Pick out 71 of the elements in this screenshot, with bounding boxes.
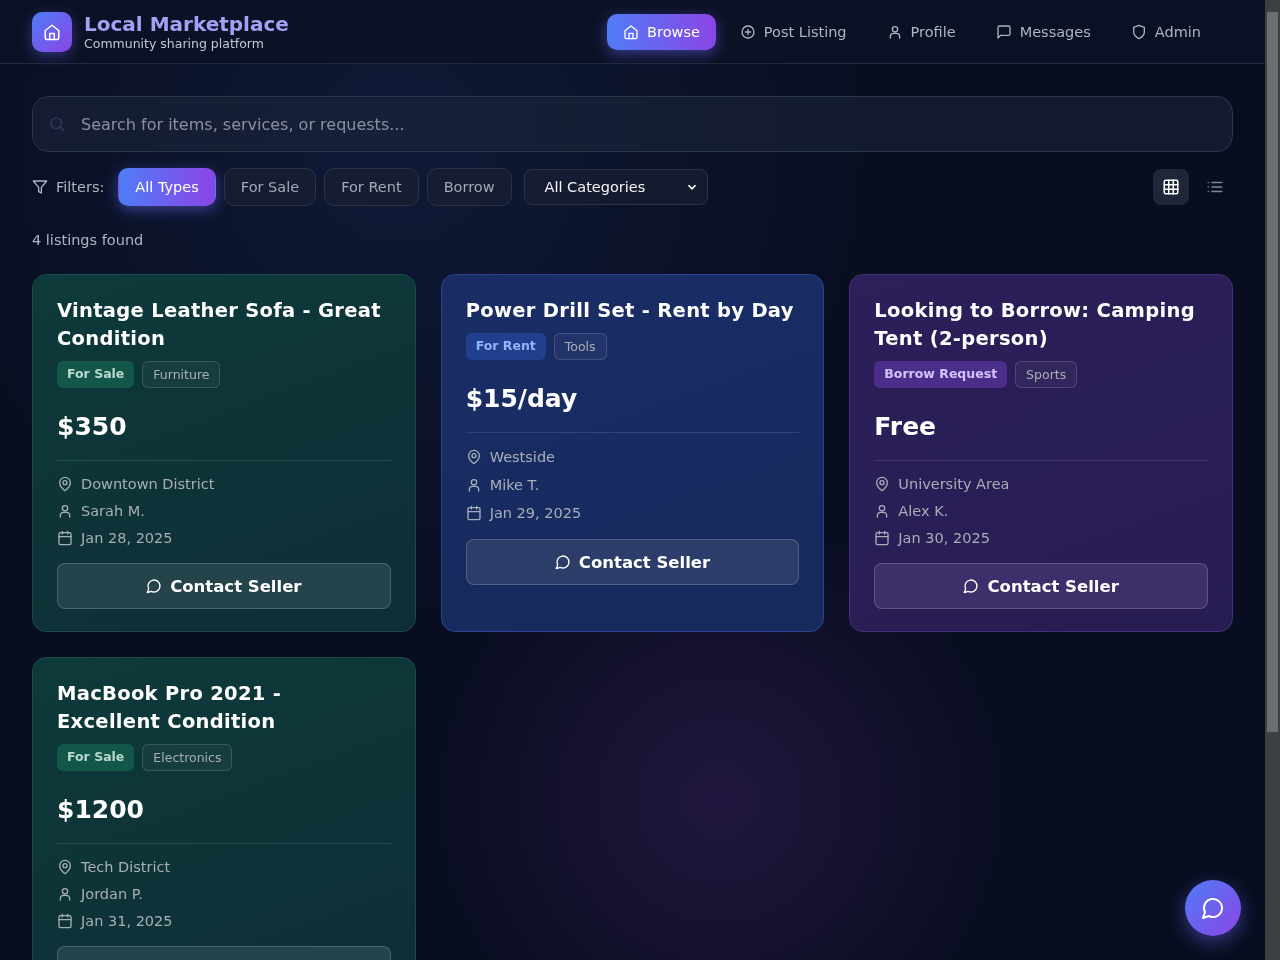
calendar-icon: [57, 529, 73, 546]
nav-tab[interactable]: Profile: [870, 13, 972, 50]
shield-icon: [1130, 23, 1147, 40]
seller-name: Sarah M.: [81, 503, 145, 519]
app-title: Local Marketplace: [84, 12, 289, 36]
filter-icon: [32, 179, 48, 195]
category-tag: Sports: [1015, 361, 1078, 388]
user-icon: [57, 503, 73, 519]
price: $15/day: [465, 384, 579, 414]
listing-type-tag: For Sale: [57, 361, 135, 388]
category-dropdown[interactable]: All Categories: [523, 169, 708, 205]
view-toggle[interactable]: [1153, 169, 1189, 205]
chat-bubble-icon: [146, 578, 163, 594]
home-icon: [43, 22, 61, 41]
chat-bubble-icon: [963, 578, 980, 594]
plus-circle-icon: [739, 23, 756, 40]
filter-chip[interactable]: Borrow: [426, 168, 512, 206]
result-count: 4 listings found: [32, 232, 145, 248]
user-icon: [57, 886, 73, 902]
nav-tab[interactable]: Messages: [979, 13, 1107, 50]
seller-name: Jordan P.: [81, 886, 143, 902]
location-pin-icon: [874, 476, 891, 493]
search-icon: [48, 115, 66, 133]
calendar-icon: [874, 529, 891, 546]
price: $350: [57, 412, 128, 442]
scrollbar[interactable]: [1265, 0, 1280, 960]
nav-tab[interactable]: Admin: [1114, 13, 1217, 50]
listing-type-tag: For Sale: [57, 744, 135, 771]
contact-seller-button[interactable]: Contact Seller: [57, 563, 391, 609]
grid-icon: [1162, 178, 1180, 196]
listing-title: MacBook Pro 2021 - Excellent Condition: [57, 681, 283, 735]
filter-chip[interactable]: All Types: [118, 168, 216, 206]
chat-button[interactable]: [1185, 880, 1241, 936]
seller-name: Alex K.: [898, 503, 949, 519]
listing-date: Jan 29, 2025: [489, 505, 582, 521]
home-icon: [623, 23, 640, 40]
nav-tab[interactable]: Browse: [607, 13, 716, 50]
search-field[interactable]: Search for items, services, or requests...: [32, 96, 1233, 152]
location-pin-icon: [465, 449, 482, 465]
contact-seller-button[interactable]: Contact Seller: [465, 539, 800, 585]
price: $1200: [57, 795, 145, 825]
listing-type-tag: Borrow Request: [874, 361, 1008, 388]
contact-seller-button[interactable]: Contact Seller: [874, 563, 1208, 609]
filter-chip[interactable]: For Sale: [223, 168, 317, 206]
chat-icon: [995, 23, 1012, 40]
location: University Area: [898, 476, 1010, 493]
listing-date: Jan 28, 2025: [81, 529, 173, 546]
listing-date: Jan 31, 2025: [81, 912, 173, 929]
listing-date: Jan 30, 2025: [898, 529, 990, 546]
app-subtitle: Community sharing platform: [84, 36, 265, 51]
chat-bubble-icon: [554, 554, 571, 570]
calendar-icon: [465, 505, 482, 521]
listing-title: Vintage Leather Sofa - Great Condition: [57, 298, 382, 352]
location: Tech District: [81, 859, 171, 876]
location-pin-icon: [57, 859, 73, 876]
listing-type-tag: For Rent: [465, 333, 546, 360]
category-tag: Electronics: [142, 744, 233, 771]
category-tag: Tools: [553, 333, 607, 360]
filters-label: Filters:: [56, 179, 105, 195]
location-pin-icon: [57, 476, 73, 493]
location: Westside: [489, 449, 555, 465]
chat-bubble-icon: [1201, 896, 1225, 920]
calendar-icon: [57, 912, 73, 929]
nav-tab[interactable]: Post Listing: [723, 13, 863, 50]
listing-title: Power Drill Set - Rent by Day: [465, 298, 795, 324]
seller-name: Mike T.: [489, 477, 540, 493]
price: Free: [874, 412, 938, 442]
filter-chip[interactable]: For Rent: [324, 168, 419, 206]
listing-title: Looking to Borrow: Camping Tent (2-person): [874, 298, 1196, 352]
location: Downtown District: [81, 476, 215, 493]
category-tag: Furniture: [142, 361, 221, 388]
